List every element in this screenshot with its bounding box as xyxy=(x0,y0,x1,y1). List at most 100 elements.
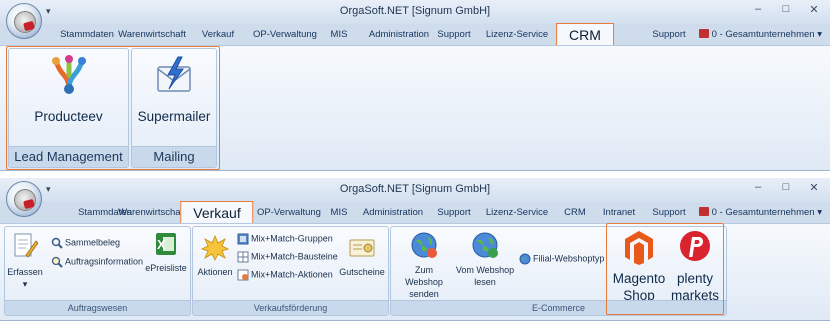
group-verkaufsfoerderung: Aktionen Mix+Match-Gruppen Mix+Match-Bau… xyxy=(192,226,389,316)
producteev-button[interactable]: Producteev xyxy=(13,55,124,125)
quick-access-dropdown-icon-2[interactable]: ▾ xyxy=(46,184,51,195)
company-label: 0 - Gesamtunternehmen xyxy=(711,29,815,40)
company-icon xyxy=(698,29,709,38)
quick-access-dropdown-icon[interactable]: ▾ xyxy=(46,6,51,17)
tab-warenwirtschaft-2[interactable]: Warenwirtschaft xyxy=(118,207,186,218)
window-controls-2: – □ ✕ xyxy=(750,181,822,194)
tab-support-2[interactable]: Support xyxy=(652,29,685,40)
tab-verkauf[interactable]: Verkauf xyxy=(202,29,234,40)
tab-op-verwaltung[interactable]: OP-Verwaltung xyxy=(253,29,317,40)
vom-webshop-line1: Vom Webshop xyxy=(455,265,515,275)
orgasoft-logo-accent-2 xyxy=(23,198,35,210)
tab-support-3[interactable]: Support xyxy=(437,207,470,218)
action-block-icon xyxy=(237,269,249,281)
magento-icon xyxy=(625,231,653,265)
mix-match-aktionen-button[interactable]: Mix+Match-Aktionen xyxy=(237,269,333,281)
gutscheine-button[interactable]: Gutscheine xyxy=(339,235,385,278)
zum-webshop-senden-button[interactable]: Zum Webshop senden xyxy=(395,231,453,300)
tab-administration[interactable]: Administration xyxy=(369,29,429,40)
plenty-line1: plenty xyxy=(676,271,714,286)
close-button[interactable]: ✕ xyxy=(806,3,822,16)
voucher-icon xyxy=(349,239,375,257)
window-controls: – □ ✕ xyxy=(750,3,822,16)
tab-crm[interactable]: CRM xyxy=(556,23,614,46)
document-edit-icon xyxy=(14,233,39,258)
lead-management-label: Lead Management xyxy=(9,146,128,167)
tab-support[interactable]: Support xyxy=(437,29,470,40)
mix-match-bausteine-label: Mix+Match-Bausteine xyxy=(251,251,338,262)
auftragsinformation-button[interactable]: Auftragsinformation xyxy=(51,256,143,268)
gutscheine-label: Gutscheine xyxy=(339,267,385,277)
tab-intranet[interactable]: Intranet xyxy=(603,207,635,218)
application-menu-button[interactable] xyxy=(6,3,42,39)
excel-icon: X xyxy=(156,233,176,255)
title-bar-2: OrgaSoft.NET [Signum GmbH] ▾ – □ ✕ xyxy=(0,178,830,202)
tab-crm-2[interactable]: CRM xyxy=(564,207,586,218)
group-box-icon xyxy=(237,233,249,245)
ribbon-tabs: Stammdaten Warenwirtschaft Verkauf OP-Ve… xyxy=(0,23,830,46)
tab-stammdaten[interactable]: Stammdaten xyxy=(60,29,114,40)
orgasoft-logo-accent xyxy=(23,20,35,32)
tab-op-verwaltung-2[interactable]: OP-Verwaltung xyxy=(257,207,321,218)
tab-administration-2[interactable]: Administration xyxy=(363,207,423,218)
maximize-button[interactable]: □ xyxy=(778,3,794,16)
mailing-label: Mailing xyxy=(132,146,216,167)
minimize-button[interactable]: – xyxy=(750,3,766,16)
supermailer-button[interactable]: Supermailer xyxy=(134,55,214,125)
epreisliste-button[interactable]: X ePreisliste xyxy=(145,231,187,274)
company-selector-2[interactable]: 0 - Gesamtunternehmen ▾ xyxy=(698,207,822,218)
ribbon-tabs-2: Stammdaten Warenwirtschaft Verkauf OP-Ve… xyxy=(0,201,830,224)
mix-match-aktionen-label: Mix+Match-Aktionen xyxy=(251,269,333,280)
aktionen-button[interactable]: Aktionen xyxy=(195,234,235,278)
vom-webshop-line2: lesen xyxy=(474,277,496,287)
window-title: OrgaSoft.NET [Signum GmbH] xyxy=(339,5,491,17)
mix-match-gruppen-button[interactable]: Mix+Match-Gruppen xyxy=(237,233,333,245)
erfassen-dropdown-icon: ▾ xyxy=(22,279,28,289)
sammelbeleg-button[interactable]: Sammelbeleg xyxy=(51,237,120,249)
group-ecommerce: Zum Webshop senden Vom Webshop lesen Fil… xyxy=(390,226,727,316)
auftragsinformation-label: Auftragsinformation xyxy=(65,256,144,267)
close-button-2[interactable]: ✕ xyxy=(806,181,822,194)
crm-ribbon-panel: Producteev Lead Management Supermailer M… xyxy=(0,45,830,170)
filial-webshoptyp-button[interactable]: Filial-Webshoptyp xyxy=(519,253,604,265)
verkauf-ribbon-panel: Erfassen ▾ Sammelbeleg Auftragsinformati… xyxy=(0,223,830,320)
tab-lizenz-service-2[interactable]: Lizenz-Service xyxy=(486,207,548,218)
plentymarkets-icon xyxy=(680,231,710,261)
mix-match-gruppen-label: Mix+Match-Gruppen xyxy=(251,233,333,244)
tab-mis-2[interactable]: MIS xyxy=(331,207,348,218)
magento-shop-button[interactable]: Magento Shop xyxy=(609,229,669,304)
tab-warenwirtschaft[interactable]: Warenwirtschaft xyxy=(118,29,186,40)
filial-webshoptyp-label: Filial-Webshoptyp xyxy=(533,253,605,264)
tab-verkauf-active[interactable]: Verkauf xyxy=(180,201,254,224)
vom-webshop-lesen-button[interactable]: Vom Webshop lesen xyxy=(455,231,515,288)
globe-small-icon xyxy=(519,253,531,265)
zum-webshop-line2: senden xyxy=(409,289,439,299)
producteev-label: Producteev xyxy=(34,109,103,124)
magento-line1: Magento xyxy=(612,271,666,286)
application-menu-button-2[interactable] xyxy=(6,181,42,217)
auftragswesen-label: Auftragswesen xyxy=(5,300,190,315)
erfassen-button[interactable]: Erfassen ▾ xyxy=(7,231,43,290)
maximize-button-2[interactable]: □ xyxy=(778,181,794,194)
supermailer-label: Supermailer xyxy=(137,109,211,124)
zum-webshop-line1: Zum Webshop xyxy=(405,265,443,287)
tab-lizenz-service[interactable]: Lizenz-Service xyxy=(486,29,548,40)
verkauf-ribbon-window: OrgaSoft.NET [Signum GmbH] ▾ – □ ✕ Stamm… xyxy=(0,178,830,321)
building-block-icon xyxy=(237,251,249,263)
company-icon-2 xyxy=(698,207,709,216)
tab-support-4[interactable]: Support xyxy=(652,207,685,218)
erfassen-label: Erfassen xyxy=(7,267,43,277)
crm-ribbon-window: OrgaSoft.NET [Signum GmbH] ▾ – □ ✕ Stamm… xyxy=(0,0,830,171)
ecommerce-label: E-Commerce xyxy=(391,300,726,315)
mix-match-bausteine-button[interactable]: Mix+Match-Bausteine xyxy=(237,251,338,263)
epreisliste-label: ePreisliste xyxy=(145,263,187,273)
company-selector[interactable]: 0 - Gesamtunternehmen ▾ xyxy=(698,29,822,40)
tab-mis[interactable]: MIS xyxy=(331,29,348,40)
producteev-icon xyxy=(51,55,86,94)
globe-receive-icon xyxy=(472,232,498,258)
plentymarkets-button[interactable]: plenty markets xyxy=(665,229,725,304)
group-auftragswesen: Erfassen ▾ Sammelbeleg Auftragsinformati… xyxy=(4,226,191,316)
svg-text:X: X xyxy=(157,237,166,252)
minimize-button-2[interactable]: – xyxy=(750,181,766,194)
info-search-icon xyxy=(51,256,63,268)
